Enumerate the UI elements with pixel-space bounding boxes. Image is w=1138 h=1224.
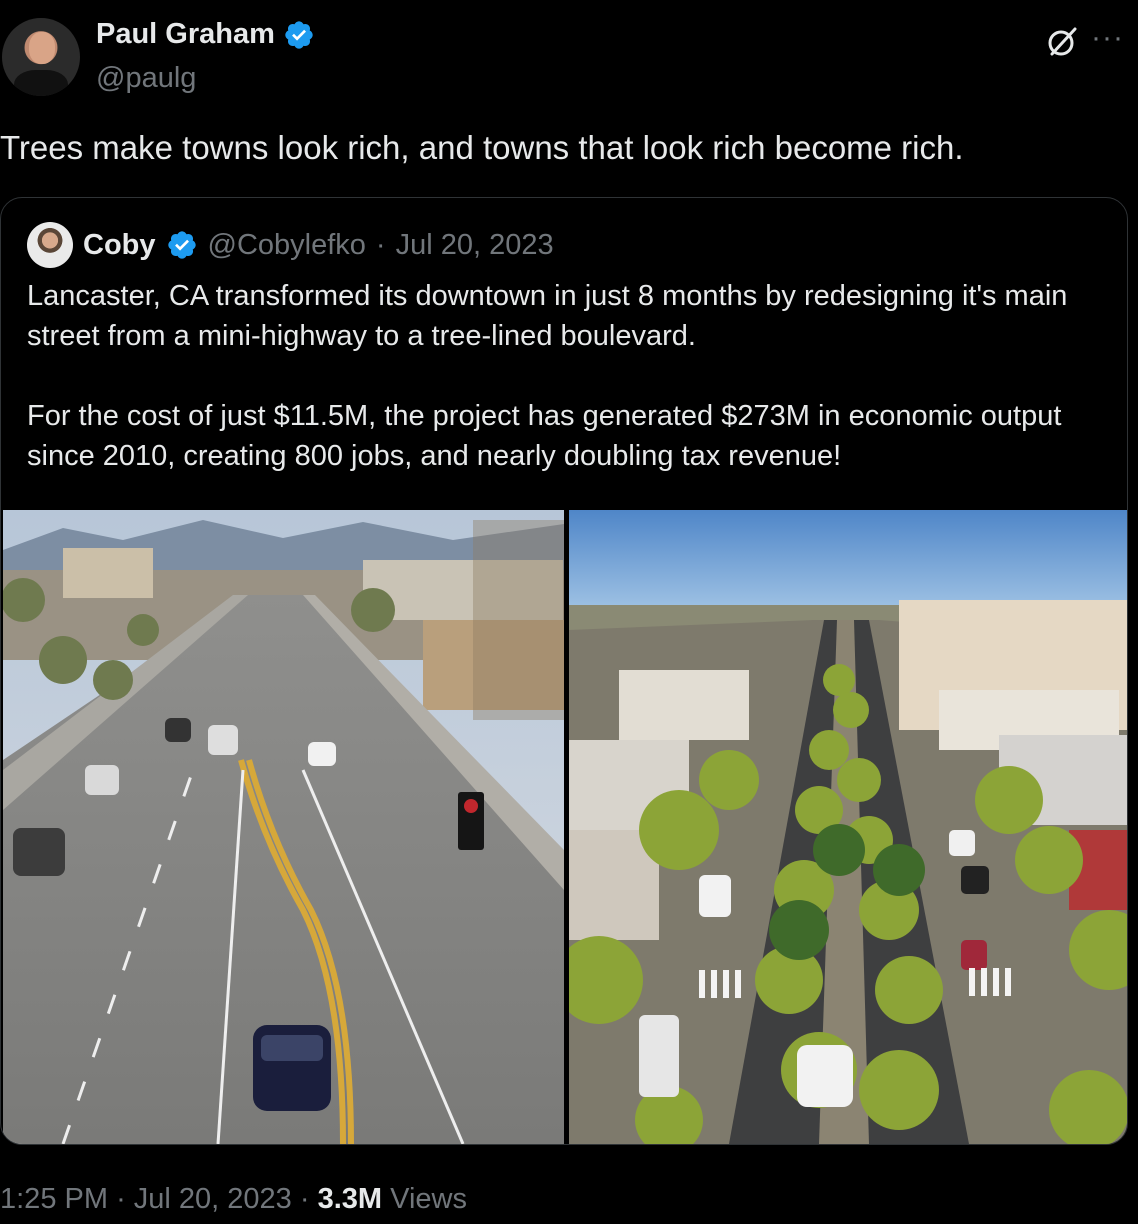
- footer-separator-1: ·: [116, 1183, 126, 1215]
- quoted-tweet-header: Coby @Cobylefko · Jul 20, 2023: [27, 222, 554, 268]
- quoted-author-avatar[interactable]: [27, 222, 73, 268]
- author-avatar[interactable]: [2, 18, 80, 96]
- quoted-date[interactable]: Jul 20, 2023: [396, 229, 554, 262]
- tweet-footer: 1:25 PM · Jul 20, 2023 · 3.3M Views: [0, 1183, 467, 1216]
- verified-badge-icon: [285, 20, 313, 49]
- author-handle[interactable]: @paulg: [96, 62, 196, 95]
- tweet-time[interactable]: 1:25 PM: [0, 1183, 108, 1215]
- quoted-paragraph-2: For the cost of just $11.5M, the project…: [27, 400, 1062, 472]
- quoted-paragraph-1: Lancaster, CA transformed its downtown i…: [27, 280, 1068, 352]
- tweet-date[interactable]: Jul 20, 2023: [134, 1183, 292, 1215]
- tweet-page: Paul Graham @paulg ··· Trees make towns …: [0, 0, 1138, 1224]
- footer-separator-2: ·: [299, 1183, 310, 1215]
- more-icon[interactable]: ···: [1091, 23, 1124, 53]
- quoted-tweet-card[interactable]: Coby @Cobylefko · Jul 20, 2023 Lancaster…: [0, 197, 1128, 1145]
- quoted-separator: ·: [375, 228, 386, 261]
- grok-icon[interactable]: [1044, 24, 1080, 60]
- tweet-header: Paul Graham @paulg ···: [0, 14, 1138, 98]
- quoted-photos: [1, 510, 1128, 1144]
- after-boulevard-photo[interactable]: [569, 510, 1128, 1144]
- tweet-text: Trees make towns look rich, and towns th…: [0, 129, 964, 166]
- verified-badge-icon: [167, 231, 196, 259]
- quoted-tweet-text: Lancaster, CA transformed its downtown i…: [27, 276, 1087, 516]
- before-street-photo[interactable]: [3, 510, 564, 1144]
- views-label: Views: [390, 1183, 467, 1215]
- quoted-author-name[interactable]: Coby: [83, 229, 156, 262]
- author-display-name[interactable]: Paul Graham: [96, 18, 275, 51]
- author-name-row[interactable]: Paul Graham: [96, 18, 315, 51]
- views-count: 3.3M: [317, 1183, 383, 1215]
- quoted-author-handle[interactable]: @Cobylefko: [208, 229, 366, 262]
